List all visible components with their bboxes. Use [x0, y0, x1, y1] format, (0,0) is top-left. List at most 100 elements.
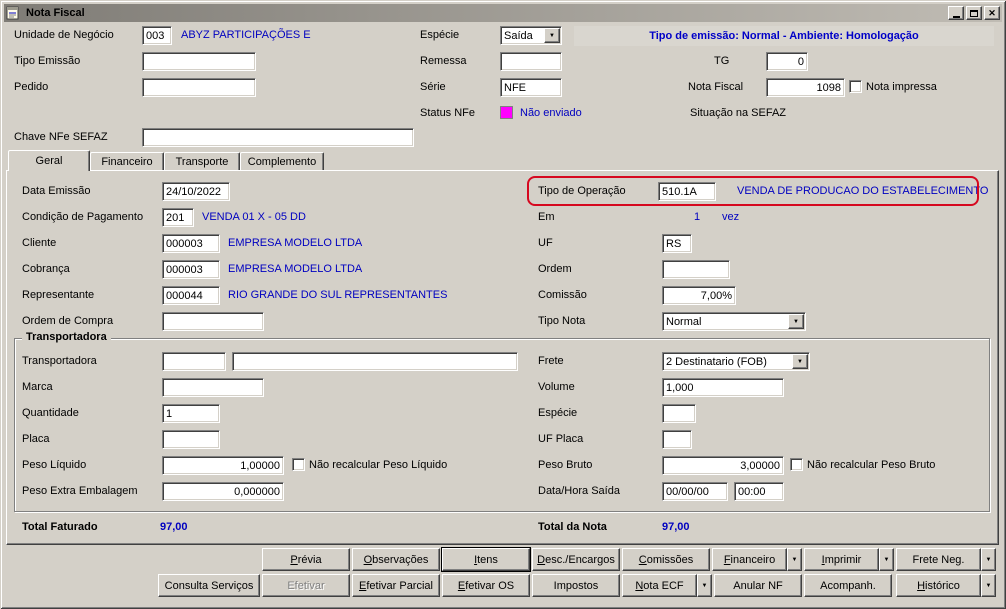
- condicao-pagamento-desc: VENDA 01 X - 05 DD: [202, 211, 306, 223]
- status-nfe-label: Status NFe: [420, 107, 476, 119]
- quantidade-label: Quantidade: [22, 407, 79, 419]
- emissao-ambiente-banner: Tipo de emissão: Normal - Ambiente: Homo…: [574, 26, 994, 46]
- frete-neg-button[interactable]: Frete Neg.: [896, 548, 981, 571]
- financeiro-button[interactable]: Financeiro: [712, 548, 787, 571]
- imprimir-dropdown-arrow-icon[interactable]: ▼: [879, 548, 894, 571]
- cliente-input[interactable]: [162, 234, 220, 253]
- chevron-down-icon[interactable]: ▼: [792, 354, 808, 369]
- tipo-emissao-input[interactable]: [142, 52, 256, 71]
- placa-input[interactable]: [162, 430, 220, 449]
- status-nfe-color-icon: [500, 106, 513, 119]
- efetivar-parcial-button[interactable]: Efetivar Parcial: [352, 574, 440, 597]
- efetivar-os-button[interactable]: Efetivar OS: [442, 574, 530, 597]
- especie-label: Espécie: [420, 29, 460, 41]
- peso-liquido-input[interactable]: [162, 456, 284, 475]
- data-emissao-label: Data Emissão: [22, 185, 91, 197]
- frete-select[interactable]: 2 Destinatario (FOB) ▼: [662, 352, 810, 371]
- volume-input[interactable]: [662, 378, 784, 397]
- uf-placa-input[interactable]: [662, 430, 692, 449]
- frete-label: Frete: [538, 355, 564, 367]
- minimize-icon: [952, 15, 960, 18]
- comissoes-button[interactable]: Comissões: [622, 548, 710, 571]
- tipo-operacao-input[interactable]: [658, 182, 716, 201]
- ordem-compra-input[interactable]: [162, 312, 264, 331]
- nota-ecf-dropdown-arrow-icon[interactable]: ▼: [697, 574, 712, 597]
- nota-fiscal-icon: [6, 6, 20, 20]
- em-value: 1: [694, 211, 701, 223]
- comissao-input[interactable]: [662, 286, 736, 305]
- nota-ecf-button[interactable]: Nota ECF: [622, 574, 697, 597]
- tipo-operacao-label: Tipo de Operação: [538, 185, 626, 197]
- itens-button[interactable]: Itens: [442, 548, 530, 571]
- window-title: Nota Fiscal: [26, 7, 85, 19]
- tab-transporte[interactable]: Transporte: [164, 152, 240, 170]
- consulta-servicos-button[interactable]: Consulta Serviços: [158, 574, 260, 597]
- nota-fiscal-window: Nota Fiscal ✕ Unidade de Negócio ABYZ PA…: [0, 0, 1006, 609]
- data-saida-input[interactable]: [662, 482, 728, 501]
- previa-button[interactable]: Prévia: [262, 548, 350, 571]
- financeiro-dropdown-arrow-icon[interactable]: ▼: [787, 548, 802, 571]
- remessa-label: Remessa: [420, 55, 467, 67]
- frete-value: 2 Destinatario (FOB): [666, 355, 767, 368]
- uf-input[interactable]: [662, 234, 692, 253]
- chevron-down-icon[interactable]: ▼: [544, 28, 560, 43]
- maximize-button[interactable]: [966, 6, 982, 20]
- peso-liquido-label: Peso Líquido: [22, 459, 87, 471]
- nota-impressa-checkbox[interactable]: [849, 80, 862, 93]
- status-nfe-value: Não enviado: [520, 107, 582, 119]
- hora-saida-input[interactable]: [734, 482, 784, 501]
- anular-nf-button[interactable]: Anular NF: [714, 574, 802, 597]
- transportadora-name-input[interactable]: [232, 352, 518, 371]
- especie-value: Saída: [504, 29, 533, 42]
- chave-nfe-input[interactable]: [142, 128, 414, 147]
- total-faturado-value: 97,00: [160, 521, 188, 533]
- nao-recalcular-peso-bruto-checkbox[interactable]: [790, 458, 803, 471]
- observacoes-button[interactable]: Observações: [352, 548, 440, 571]
- tipo-nota-select[interactable]: Normal ▼: [662, 312, 806, 331]
- peso-bruto-input[interactable]: [662, 456, 784, 475]
- em-suffix: vez: [722, 211, 740, 223]
- pedido-input[interactable]: [142, 78, 256, 97]
- tab-complemento[interactable]: Complemento: [240, 152, 324, 170]
- frete-neg-dropdown-arrow-icon[interactable]: ▼: [981, 548, 996, 571]
- tg-input[interactable]: [766, 52, 808, 71]
- imprimir-button[interactable]: Imprimir: [804, 548, 879, 571]
- nao-recalcular-peso-liquido-label: Não recalcular Peso Líquido: [309, 459, 448, 471]
- close-button[interactable]: ✕: [984, 6, 1000, 20]
- especie-select[interactable]: Saída ▼: [500, 26, 562, 45]
- ordem-input[interactable]: [662, 260, 730, 279]
- minimize-button[interactable]: [948, 6, 964, 20]
- unidade-negocio-input[interactable]: [142, 26, 172, 45]
- nota-fiscal-input[interactable]: [766, 78, 845, 97]
- cobranca-input[interactable]: [162, 260, 220, 279]
- chevron-down-icon[interactable]: ▼: [788, 314, 804, 329]
- uf-label: UF: [538, 237, 553, 249]
- serie-input[interactable]: [500, 78, 562, 97]
- tg-label: TG: [714, 55, 730, 67]
- nao-recalcular-peso-liquido-checkbox[interactable]: [292, 458, 305, 471]
- quantidade-input[interactable]: [162, 404, 220, 423]
- tipo-emissao-label: Tipo Emissão: [14, 55, 81, 67]
- uf-placa-label: UF Placa: [538, 433, 584, 445]
- transportadora-code-input[interactable]: [162, 352, 226, 371]
- peso-extra-embalagem-input[interactable]: [162, 482, 284, 501]
- tab-financeiro[interactable]: Financeiro: [90, 152, 164, 170]
- historico-dropdown-arrow-icon[interactable]: ▼: [981, 574, 996, 597]
- titlebar[interactable]: Nota Fiscal ✕: [4, 4, 1002, 22]
- impostos-button[interactable]: Impostos: [532, 574, 620, 597]
- data-emissao-input[interactable]: [162, 182, 230, 201]
- especie-transporte-input[interactable]: [662, 404, 696, 423]
- total-da-nota-label: Total da Nota: [538, 521, 607, 533]
- nota-impressa-label: Nota impressa: [866, 81, 937, 93]
- remessa-input[interactable]: [500, 52, 562, 71]
- situacao-sefaz-label: Situação na SEFAZ: [690, 107, 786, 119]
- tab-geral[interactable]: Geral: [8, 150, 90, 171]
- tipo-operacao-desc: VENDA DE PRODUCAO DO ESTABELECIMENTO: [737, 185, 989, 197]
- condicao-pagamento-input[interactable]: [162, 208, 194, 227]
- cobranca-label: Cobrança: [22, 263, 70, 275]
- desc-encargos-button[interactable]: Desc./Encargos: [532, 548, 620, 571]
- marca-input[interactable]: [162, 378, 264, 397]
- acompanh-button[interactable]: Acompanh.: [804, 574, 892, 597]
- representante-input[interactable]: [162, 286, 220, 305]
- historico-button[interactable]: Histórico: [896, 574, 981, 597]
